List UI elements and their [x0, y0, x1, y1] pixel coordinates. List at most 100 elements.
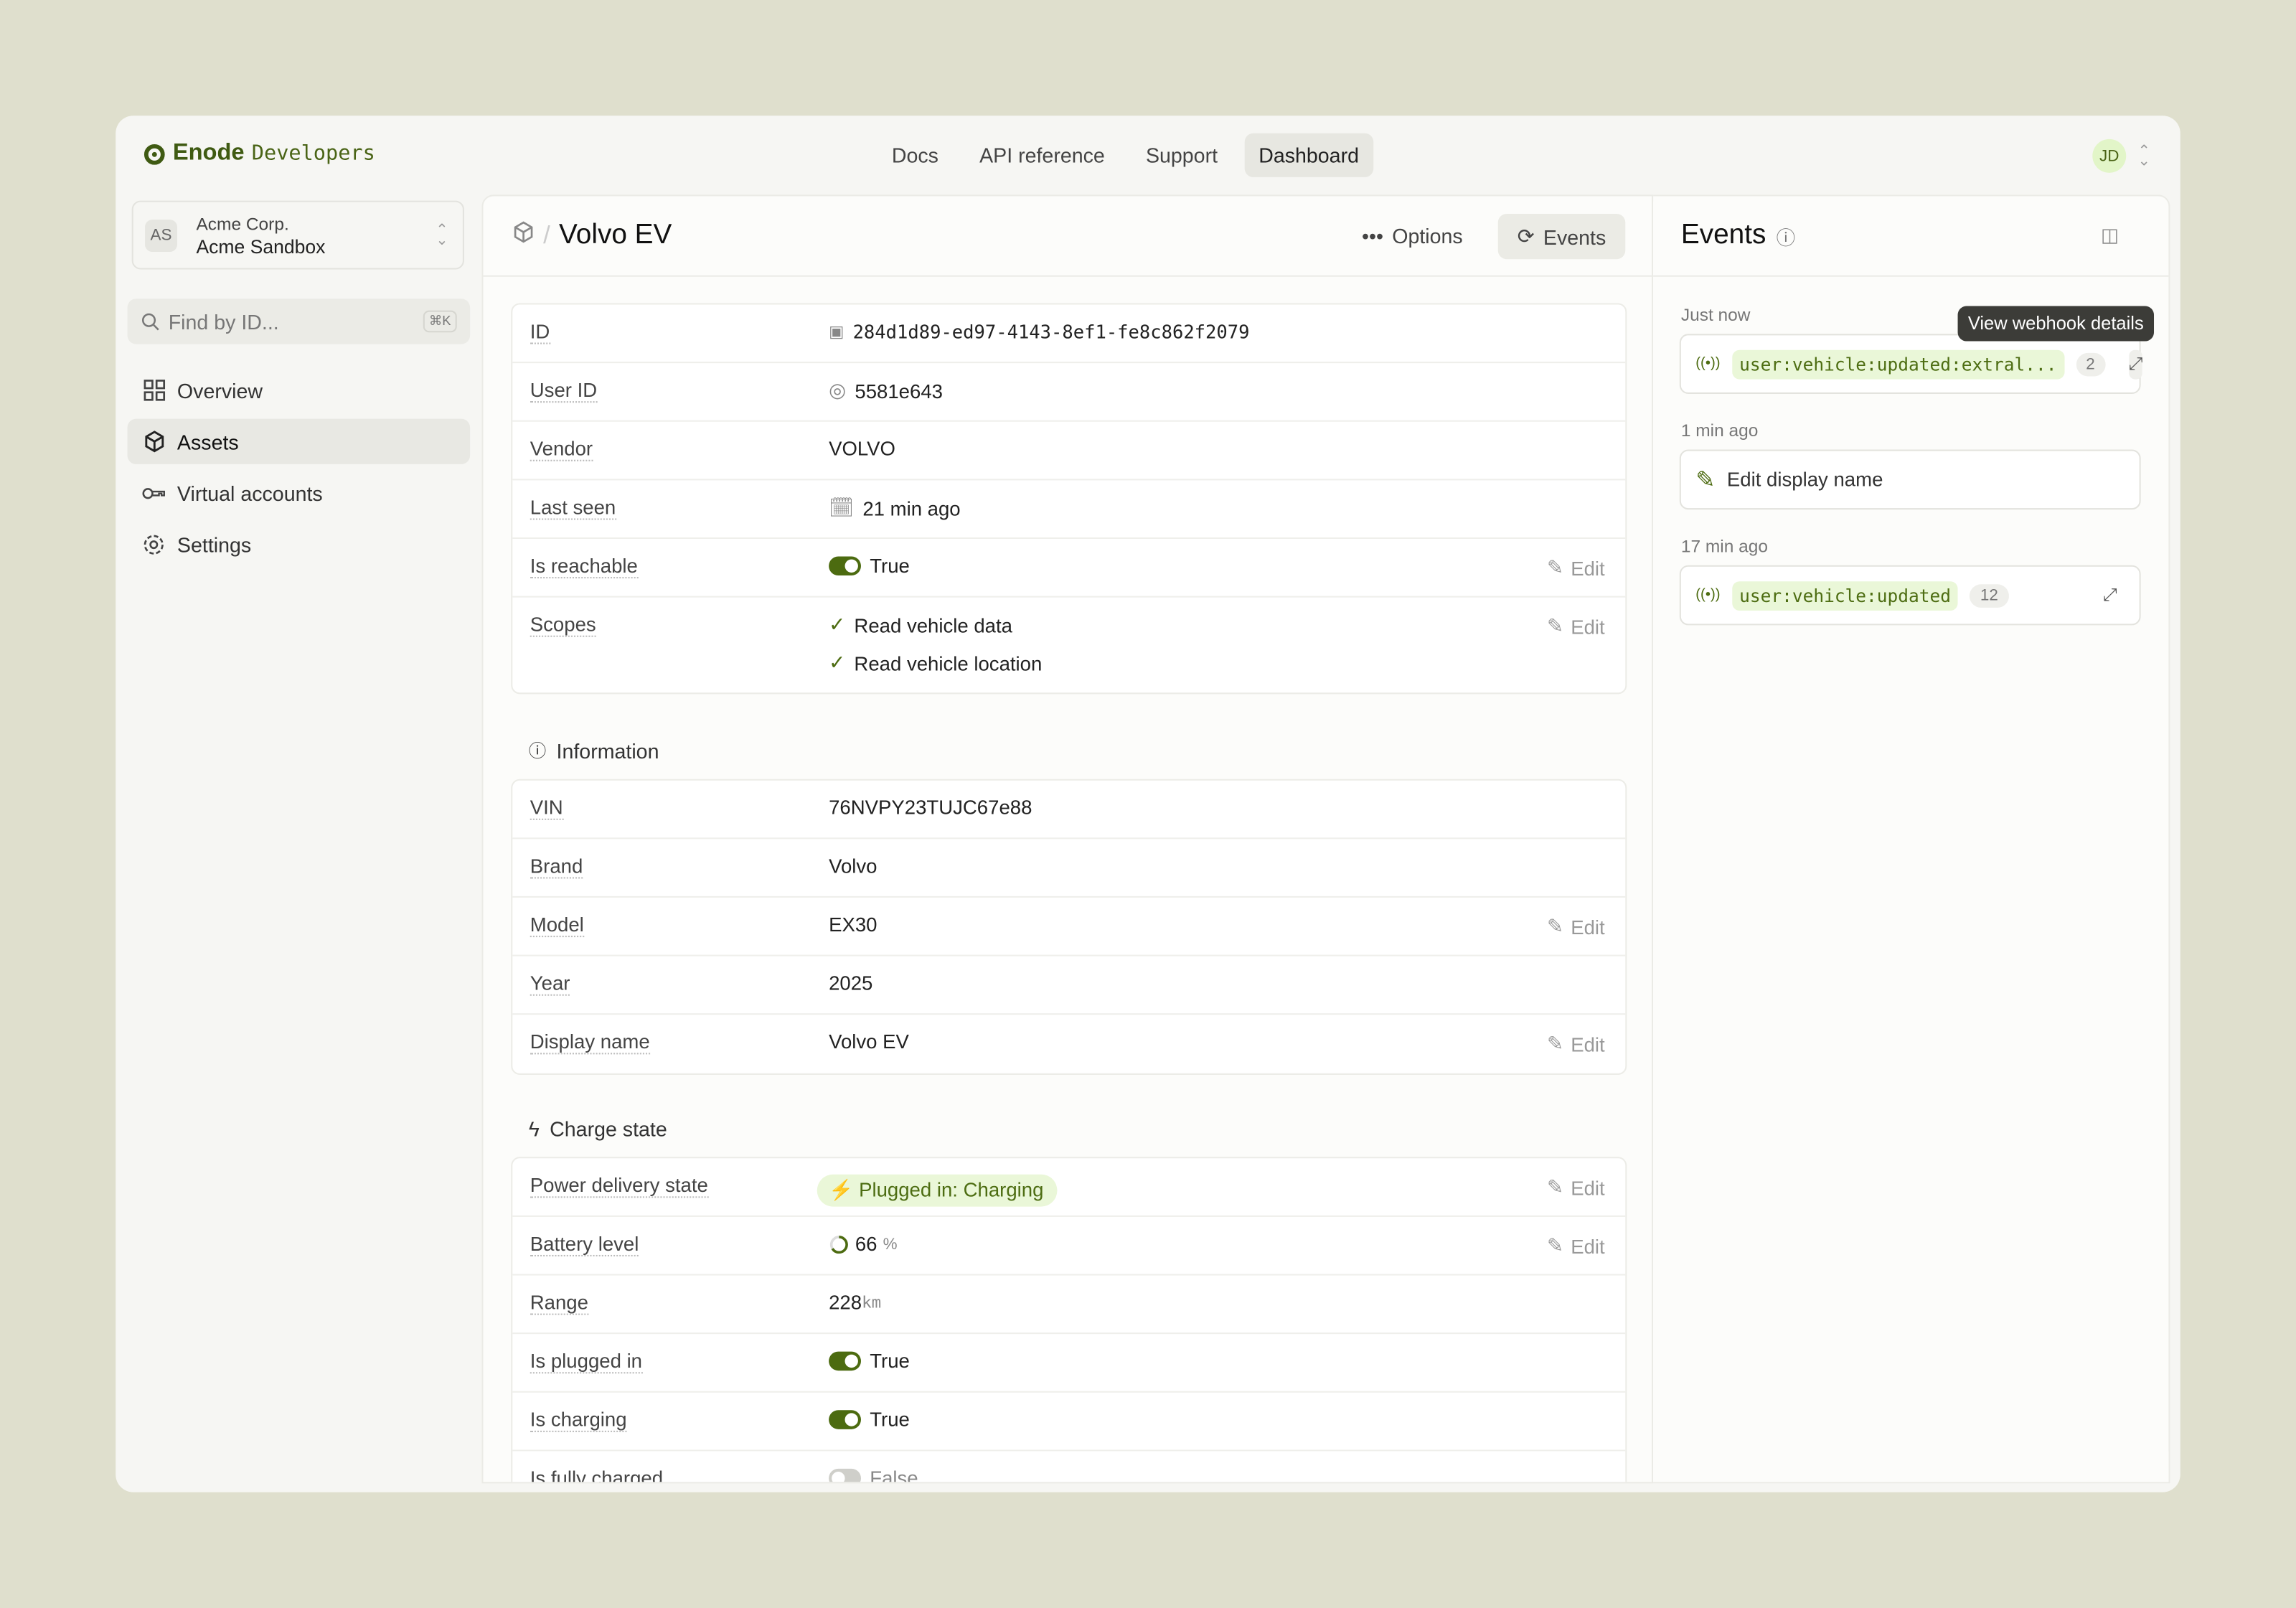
edit-button[interactable]: ✎ Edit — [1547, 615, 1605, 639]
edit-button[interactable]: ✎Edit — [1547, 1033, 1605, 1056]
event-item[interactable]: ((•)) user:vehicle:updated 12 ⤢ — [1680, 565, 2141, 626]
field-label[interactable]: Model — [530, 916, 584, 938]
event-time: Just now — [1681, 304, 1751, 325]
tooltip: View webhook details — [1958, 306, 2154, 342]
event-time: 17 min ago — [1681, 536, 1768, 557]
scope-item: Read vehicle data — [854, 614, 1012, 636]
field-label[interactable]: Last seen — [530, 498, 616, 520]
sidebar-item-virtual-accounts[interactable]: Virtual accounts — [128, 470, 471, 515]
field-label[interactable]: User ID — [530, 381, 597, 403]
logo[interactable]: EnodeDevelopers — [144, 141, 375, 167]
unit: km — [862, 1293, 881, 1312]
table-row: Is reachableTrue✎Edit — [512, 539, 1625, 598]
events-toggle-button[interactable]: ⟳Events — [1498, 214, 1626, 259]
field-value: 2025 — [829, 972, 872, 995]
sidebar-item-assets[interactable]: Assets — [128, 419, 471, 464]
scope-item: Read vehicle location — [854, 652, 1042, 674]
field-label[interactable]: Brand — [530, 857, 583, 879]
field-label[interactable]: Is plugged in — [530, 1352, 642, 1374]
fully-charged-toggle — [829, 1469, 861, 1483]
nav-dashboard[interactable]: Dashboard — [1244, 133, 1374, 177]
nav-docs[interactable]: Docs — [877, 133, 953, 177]
edit-label: Edit — [1571, 1235, 1604, 1257]
sidebar-item-label: Virtual accounts — [177, 481, 323, 504]
table-row: ID ▣ 284d1d89-ed97-4143-8ef1-fe8c862f2079 — [512, 304, 1625, 363]
field-label[interactable]: Range — [530, 1293, 588, 1315]
field-value: EX30 — [829, 913, 877, 936]
event-item[interactable]: ✎ Edit display name — [1680, 450, 2141, 510]
nav-api-reference[interactable]: API reference — [965, 133, 1120, 177]
search-shortcut: ⌘K — [423, 311, 457, 333]
options-label: Options — [1392, 224, 1462, 248]
field-label[interactable]: Is fully charged — [530, 1469, 663, 1483]
field-label[interactable]: Is reachable — [530, 557, 638, 579]
edit-icon: ✎ — [1547, 615, 1563, 639]
chevron-updown-icon: ⌃⌄ — [436, 225, 448, 246]
field-value: Volvo EV — [829, 1031, 909, 1053]
event-time: 1 min ago — [1681, 420, 1759, 441]
info-icon[interactable]: ⓘ — [1777, 222, 1796, 250]
field-label[interactable]: Power delivery state — [530, 1176, 708, 1198]
sidebar-item-settings[interactable]: Settings — [128, 522, 471, 567]
nav-support[interactable]: Support — [1131, 133, 1233, 177]
edit-button[interactable]: ✎Edit — [1547, 557, 1605, 580]
edit-button[interactable]: ✎Edit — [1547, 916, 1605, 939]
org-badge: AS — [145, 220, 177, 252]
information-card: VIN76NVPY23TUJC67e88 BrandVolvo ModelEX3… — [511, 779, 1627, 1075]
workspace-name: Acme Sandbox — [196, 236, 325, 258]
field-label[interactable]: ID — [530, 322, 550, 344]
edit-label: Edit — [1571, 616, 1604, 638]
event-name: Edit display name — [1727, 469, 1883, 491]
expand-icon[interactable]: ⤢ — [2129, 349, 2143, 379]
edit-icon: ✎ — [1695, 465, 1715, 494]
general-card: ID▣284d1d89-ed97-4143-8ef1-fe8c862f2079 … — [511, 303, 1627, 694]
info-square-icon: ⓘ — [529, 738, 547, 763]
avatar[interactable]: JD — [2092, 139, 2126, 173]
field-label[interactable]: Is charging — [530, 1410, 627, 1432]
event-name: user:vehicle:updated — [1732, 580, 1958, 610]
events-header: Eventsⓘ ◫ — [1653, 196, 2168, 276]
breadcrumb-separator: / — [543, 221, 550, 250]
expand-icon[interactable]: ⤢ — [2095, 580, 2125, 610]
edit-icon: ✎ — [1547, 1033, 1563, 1056]
search-input[interactable]: Find by ID... ⌘K — [128, 298, 471, 344]
table-row: Display name Volvo EV ✎Edit — [512, 1015, 1625, 1073]
table-row: Scopes ✓Read vehicle data ✓Read vehicle … — [512, 598, 1625, 693]
table-row: Battery level 66%✎Edit — [512, 1217, 1625, 1276]
field-value: Plugged in: Charging — [859, 1179, 1043, 1201]
account-chevron-icon[interactable]: ⌃⌄ — [2138, 146, 2150, 167]
check-icon: ✓ — [829, 652, 845, 675]
plugged-toggle — [829, 1352, 861, 1371]
org-selector[interactable]: AS Acme Corp. Acme Sandbox ⌃⌄ — [132, 201, 464, 270]
edit-icon: ✎ — [1547, 1234, 1563, 1258]
id-icon: ▣ — [829, 322, 844, 342]
app-window: EnodeDevelopers Docs API reference Suppo… — [116, 116, 2180, 1492]
field-label[interactable]: Vendor — [530, 439, 593, 461]
sidebar-item-overview[interactable]: Overview — [128, 367, 471, 413]
calendar-clock-icon: 🗓︎ — [829, 497, 854, 520]
event-item[interactable]: ((•)) user:vehicle:updated:extral... 2 ⤢ — [1680, 334, 2141, 394]
webhook-icon: ⟳ — [1518, 224, 1535, 249]
field-label[interactable]: Display name — [530, 1033, 650, 1055]
field-value: 66 — [855, 1233, 878, 1255]
field-label[interactable]: VIN — [530, 798, 563, 820]
field-label[interactable]: Battery level — [530, 1234, 639, 1256]
edit-button[interactable]: ✎Edit — [1547, 1176, 1605, 1200]
table-row: BrandVolvo — [512, 839, 1625, 898]
collapse-panel-icon[interactable]: ◫ — [2101, 224, 2119, 248]
lightning-icon: ϟ — [529, 1117, 540, 1141]
field-value: True — [870, 1350, 910, 1373]
edit-icon: ✎ — [1547, 916, 1563, 939]
edit-button[interactable]: ✎ Edit — [1547, 1234, 1605, 1258]
field-value[interactable]: 5581e643 — [855, 380, 943, 403]
options-button[interactable]: •••Options — [1362, 224, 1463, 248]
field-value[interactable]: 284d1d89-ed97-4143-8ef1-fe8c862f2079 — [853, 321, 1250, 343]
cube-icon[interactable] — [512, 220, 535, 252]
field-value[interactable]: 21 min ago — [862, 497, 960, 519]
field-label[interactable]: Scopes — [530, 615, 596, 637]
asset-header: / Volvo EV •••Options ⟳Events — [483, 196, 1652, 276]
field-label[interactable]: Year — [530, 974, 570, 996]
field-value: True — [870, 1409, 910, 1431]
events-panel: Eventsⓘ ◫ Just now ((•)) user:vehicle:up… — [1653, 194, 2170, 1483]
brand-sub: Developers — [252, 142, 375, 166]
